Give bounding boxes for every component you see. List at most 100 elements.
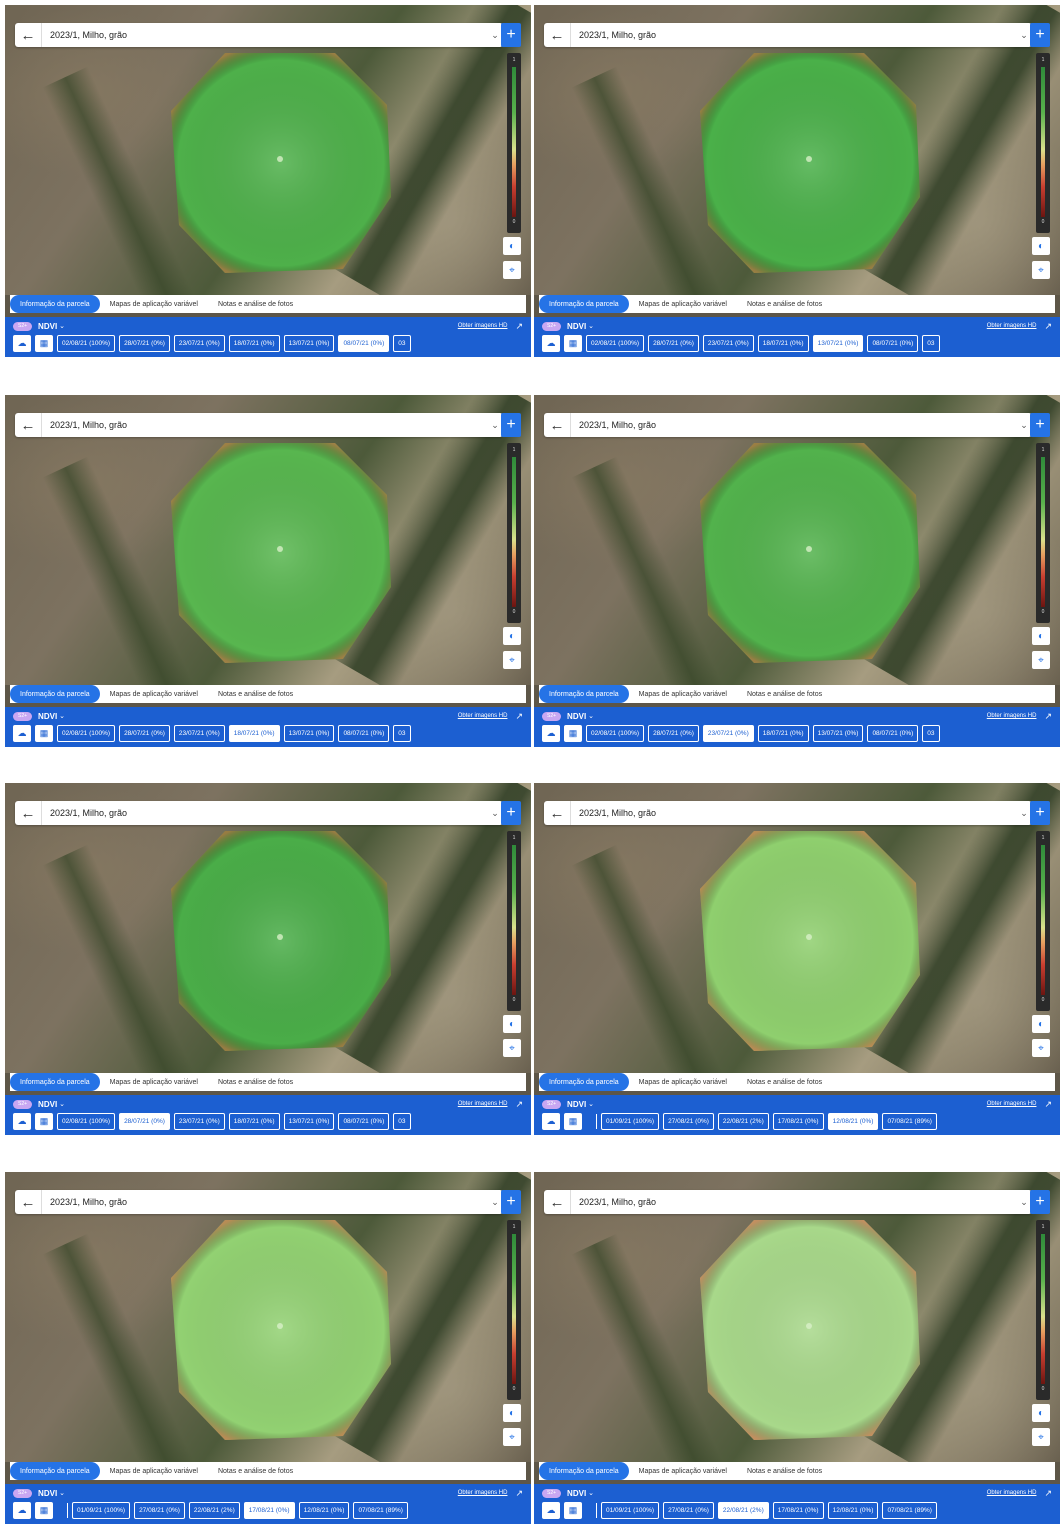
calendar-icon[interactable]: ▦ <box>35 725 53 742</box>
satellite-map[interactable]: ← 2023/1, Milho, grão ⌄ + 1 0 ◐ ⌖ <box>5 783 531 1073</box>
chevron-down-icon[interactable]: ⌄ <box>588 712 594 720</box>
cloud-filter-icon[interactable]: ☁ <box>13 725 31 742</box>
contrast-icon[interactable]: ◐ <box>1032 1015 1050 1033</box>
tab-parcel-info[interactable]: Informação da parcela <box>10 1462 100 1480</box>
date-button[interactable]: 08/07/21 (0%) <box>338 335 390 352</box>
ndvi-field-overlay[interactable] <box>165 1214 395 1444</box>
fullscreen-icon[interactable]: ⌖ <box>1032 651 1050 669</box>
date-button[interactable]: 28/07/21 (0%) <box>648 335 699 352</box>
get-hd-images-link[interactable]: Obter imagens HD <box>987 713 1037 719</box>
date-button[interactable]: 13/07/21 (0%) <box>812 335 864 352</box>
chevron-down-icon[interactable]: ⌄ <box>59 1100 65 1108</box>
add-button[interactable]: + <box>501 413 521 437</box>
tab-notes-photos[interactable]: Notas e análise de fotos <box>737 1073 832 1091</box>
index-selector[interactable]: NDVI <box>38 1100 57 1109</box>
contrast-icon[interactable]: ◐ <box>503 237 521 255</box>
fullscreen-icon[interactable]: ⌖ <box>1032 261 1050 279</box>
date-button[interactable]: 01/09/21 (100%) <box>601 1113 660 1130</box>
cloud-filter-icon[interactable]: ☁ <box>13 1502 31 1519</box>
satellite-map[interactable]: ← 2023/1, Milho, grão ⌄ + 1 0 ◐ ⌖ <box>5 395 531 685</box>
chevron-down-icon[interactable]: ⌄ <box>59 322 65 330</box>
ndvi-field-overlay[interactable] <box>694 1214 924 1444</box>
date-button[interactable]: 23/07/21 (0%) <box>173 1113 225 1130</box>
chart-icon[interactable]: ↗ <box>515 1099 523 1110</box>
date-button[interactable]: 02/08/21 (100%) <box>57 725 116 742</box>
date-button[interactable]: 17/08/21 (0%) <box>772 1113 824 1130</box>
tab-notes-photos[interactable]: Notas e análise de fotos <box>737 295 832 313</box>
date-button[interactable]: 23/07/21 (0%) <box>702 725 754 742</box>
contrast-icon[interactable]: ◐ <box>1032 1404 1050 1422</box>
back-arrow-icon[interactable]: ← <box>15 23 42 47</box>
date-button[interactable]: 03 <box>393 725 411 742</box>
date-button[interactable]: 18/07/21 (0%) <box>228 1113 280 1130</box>
field-selector[interactable]: ← 2023/1, Milho, grão ⌄ <box>15 23 503 47</box>
index-selector[interactable]: NDVI <box>567 322 586 331</box>
add-button[interactable]: + <box>501 801 521 825</box>
back-arrow-icon[interactable]: ← <box>544 1190 571 1214</box>
fullscreen-icon[interactable]: ⌖ <box>503 261 521 279</box>
get-hd-images-link[interactable]: Obter imagens HD <box>458 323 508 329</box>
back-arrow-icon[interactable]: ← <box>15 1190 42 1214</box>
date-button[interactable]: 17/08/21 (0%) <box>772 1502 824 1519</box>
date-button[interactable]: 23/07/21 (0%) <box>173 725 225 742</box>
tab-notes-photos[interactable]: Notas e análise de fotos <box>737 685 832 703</box>
date-button[interactable]: 22/08/21 (2%) <box>717 1113 769 1130</box>
date-button[interactable]: 13/07/21 (0%) <box>283 725 335 742</box>
date-button[interactable]: 28/07/21 (0%) <box>648 725 699 742</box>
fullscreen-icon[interactable]: ⌖ <box>1032 1428 1050 1446</box>
tab-variable-rate-maps[interactable]: Mapas de aplicação variável <box>629 295 737 313</box>
date-button[interactable]: 12/08/21 (0%) <box>298 1502 350 1519</box>
date-button[interactable]: 18/07/21 (0%) <box>757 335 809 352</box>
ndvi-field-overlay[interactable] <box>165 47 395 277</box>
date-button[interactable]: 12/08/21 (0%) <box>827 1502 879 1519</box>
date-button[interactable]: 28/07/21 (0%) <box>119 335 170 352</box>
add-button[interactable]: + <box>501 1190 521 1214</box>
tab-parcel-info[interactable]: Informação da parcela <box>539 1462 629 1480</box>
date-button[interactable]: 08/07/21 (0%) <box>338 725 390 742</box>
calendar-icon[interactable]: ▦ <box>35 1502 53 1519</box>
tab-variable-rate-maps[interactable]: Mapas de aplicação variável <box>100 295 208 313</box>
tab-notes-photos[interactable]: Notas e análise de fotos <box>208 1462 303 1480</box>
cloud-filter-icon[interactable]: ☁ <box>542 1113 560 1130</box>
chart-icon[interactable]: ↗ <box>1044 321 1052 332</box>
date-button[interactable]: 18/07/21 (0%) <box>757 725 809 742</box>
fullscreen-icon[interactable]: ⌖ <box>503 651 521 669</box>
chevron-down-icon[interactable]: ⌄ <box>588 1489 594 1497</box>
satellite-map[interactable]: ← 2023/1, Milho, grão ⌄ + 1 0 ◐ ⌖ <box>5 1172 531 1462</box>
satellite-map[interactable]: ← 2023/1, Milho, grão ⌄ + 1 0 ◐ ⌖ <box>534 1172 1060 1462</box>
get-hd-images-link[interactable]: Obter imagens HD <box>458 1490 508 1496</box>
chevron-down-icon[interactable]: ⌄ <box>588 1100 594 1108</box>
contrast-icon[interactable]: ◐ <box>503 1404 521 1422</box>
field-selector[interactable]: ← 2023/1, Milho, grão ⌄ <box>544 23 1032 47</box>
contrast-icon[interactable]: ◐ <box>503 627 521 645</box>
satellite-map[interactable]: ← 2023/1, Milho, grão ⌄ + 1 0 ◐ ⌖ <box>534 395 1060 685</box>
satellite-map[interactable]: ← 2023/1, Milho, grão ⌄ + 1 0 ◐ ⌖ <box>534 783 1060 1073</box>
calendar-icon[interactable]: ▦ <box>564 335 582 352</box>
chart-icon[interactable]: ↗ <box>1044 1488 1052 1499</box>
field-selector[interactable]: ← 2023/1, Milho, grão ⌄ <box>15 1190 503 1214</box>
date-button[interactable]: 27/08/21 (0%) <box>663 1113 714 1130</box>
contrast-icon[interactable]: ◐ <box>503 1015 521 1033</box>
date-button[interactable]: 23/07/21 (0%) <box>702 335 754 352</box>
get-hd-images-link[interactable]: Obter imagens HD <box>987 1490 1037 1496</box>
add-button[interactable]: + <box>501 23 521 47</box>
chevron-down-icon[interactable]: ⌄ <box>59 712 65 720</box>
date-button[interactable]: 23/07/21 (0%) <box>173 335 225 352</box>
tab-notes-photos[interactable]: Notas e análise de fotos <box>208 685 303 703</box>
date-button[interactable]: 03 <box>393 335 411 352</box>
chart-icon[interactable]: ↗ <box>1044 1099 1052 1110</box>
date-button[interactable]: 01/09/21 (100%) <box>601 1502 660 1519</box>
tab-variable-rate-maps[interactable]: Mapas de aplicação variável <box>629 685 737 703</box>
calendar-icon[interactable]: ▦ <box>564 1113 582 1130</box>
ndvi-field-overlay[interactable] <box>165 437 395 667</box>
date-button[interactable]: 08/07/21 (0%) <box>867 335 919 352</box>
date-button[interactable]: 07/08/21 (89%) <box>882 1113 937 1130</box>
date-button[interactable]: 13/07/21 (0%) <box>283 1113 335 1130</box>
date-button[interactable]: 18/07/21 (0%) <box>228 725 280 742</box>
date-button[interactable]: 02/08/21 (100%) <box>586 725 645 742</box>
tab-variable-rate-maps[interactable]: Mapas de aplicação variável <box>100 685 208 703</box>
chart-icon[interactable]: ↗ <box>1044 711 1052 722</box>
tab-variable-rate-maps[interactable]: Mapas de aplicação variável <box>629 1073 737 1091</box>
tab-notes-photos[interactable]: Notas e análise de fotos <box>737 1462 832 1480</box>
ndvi-field-overlay[interactable] <box>694 437 924 667</box>
